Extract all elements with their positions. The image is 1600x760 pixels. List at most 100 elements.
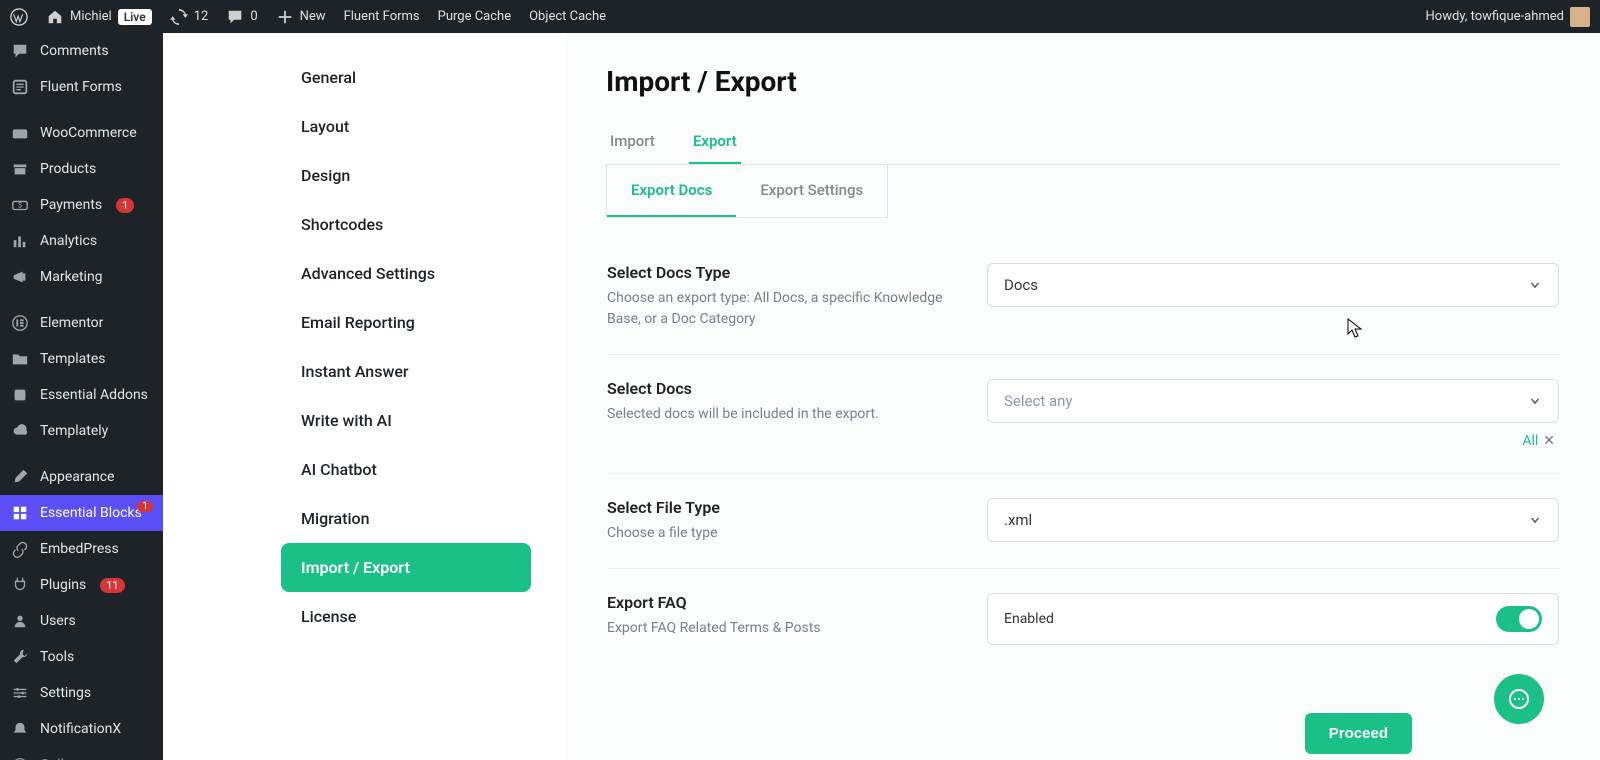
sub-tabs: Export Docs Export Settings xyxy=(606,165,888,218)
sidebar-item-payments[interactable]: $Payments1 xyxy=(0,187,163,223)
plus-icon xyxy=(276,8,294,26)
sidebar-item-users[interactable]: Users xyxy=(0,603,163,639)
main-tabs: Import Export xyxy=(606,122,1560,165)
wrench-icon xyxy=(11,648,29,666)
adminbar-link-fluent-forms[interactable]: Fluent Forms xyxy=(342,9,422,24)
sliders-icon xyxy=(11,684,29,702)
svg-text:$: $ xyxy=(18,201,22,210)
update-icon xyxy=(170,8,188,26)
chat-fab[interactable] xyxy=(1494,674,1544,724)
adminbar-link-purge-cache[interactable]: Purge Cache xyxy=(436,9,513,24)
sidebar-item-templates[interactable]: Templates xyxy=(0,341,163,377)
comment-icon xyxy=(226,8,244,26)
site-name-menu[interactable]: Michiel Live xyxy=(44,8,154,26)
badge: 11 xyxy=(100,578,124,593)
snav-email-reporting[interactable]: Email Reporting xyxy=(281,298,531,347)
export-faq-toggle[interactable] xyxy=(1496,606,1542,632)
user-icon xyxy=(11,612,29,630)
comment-icon xyxy=(11,42,29,60)
wp-logo-menu[interactable] xyxy=(8,8,30,26)
label-export-faq: Export FAQ xyxy=(607,593,967,612)
tab-import[interactable]: Import xyxy=(606,122,659,164)
update-count: 12 xyxy=(194,9,209,24)
close-icon[interactable]: ✕ xyxy=(1543,433,1555,449)
chart-bar-icon xyxy=(11,232,29,250)
updates-menu[interactable]: 12 xyxy=(168,8,211,26)
subtab-export-docs[interactable]: Export Docs xyxy=(607,165,736,217)
archive-icon xyxy=(11,160,29,178)
new-content-menu[interactable]: New xyxy=(274,8,328,26)
chevron-down-icon xyxy=(1528,278,1542,292)
admin-bar: Michiel Live 12 0 New Fluent Forms Purge… xyxy=(0,0,1600,33)
label-docs-type: Select Docs Type xyxy=(607,263,967,282)
desc-docs-type: Choose an export type: All Docs, a speci… xyxy=(607,288,967,330)
select-docs[interactable]: Select any xyxy=(987,379,1559,423)
account-menu[interactable]: Howdy, towfique-ahmed xyxy=(1424,7,1592,27)
row-select-docs: Select Docs Selected docs will be includ… xyxy=(607,355,1559,474)
all-chip-label: All xyxy=(1522,433,1538,449)
collapse-icon xyxy=(11,756,29,760)
sidebar-item-essential-addons[interactable]: Essential Addons xyxy=(0,377,163,413)
select-file-type[interactable]: .xml xyxy=(987,498,1559,542)
sidebar-item-templately[interactable]: Templately xyxy=(0,413,163,449)
all-chip[interactable]: All ✕ xyxy=(1522,433,1555,449)
snav-design[interactable]: Design xyxy=(281,151,531,200)
desc-select-docs: Selected docs will be included in the ex… xyxy=(607,404,967,425)
snav-migration[interactable]: Migration xyxy=(281,494,531,543)
badge: 1 xyxy=(137,501,153,512)
snav-license[interactable]: License xyxy=(281,592,531,641)
wordpress-icon xyxy=(10,8,28,26)
snav-shortcodes[interactable]: Shortcodes xyxy=(281,200,531,249)
sidebar-item-woocommerce[interactable]: WooCommerce xyxy=(0,115,163,151)
desc-file-type: Choose a file type xyxy=(607,523,967,544)
subtab-export-settings[interactable]: Export Settings xyxy=(736,165,887,217)
chat-icon xyxy=(1507,687,1531,711)
label-select-docs: Select Docs xyxy=(607,379,967,398)
sidebar-item-essential-blocks[interactable]: Essential Blocks1 xyxy=(0,495,163,531)
blocks-icon xyxy=(11,504,29,522)
sidebar-item-notificationx[interactable]: NotificationX xyxy=(0,711,163,747)
bell-icon xyxy=(11,720,29,738)
admin-sidebar: Comments Fluent Forms WooCommerce Produc… xyxy=(0,33,163,760)
sidebar-item-appearance[interactable]: Appearance xyxy=(0,459,163,495)
select-docs-type-value: Docs xyxy=(1004,276,1038,294)
sidebar-item-marketing[interactable]: Marketing xyxy=(0,259,163,295)
export-form: Select Docs Type Choose an export type: … xyxy=(606,238,1560,670)
snav-instant-answer[interactable]: Instant Answer xyxy=(281,347,531,396)
sidebar-item-embedpress[interactable]: EmbedPress xyxy=(0,531,163,567)
row-file-type: Select File Type Choose a file type .xml xyxy=(607,474,1559,569)
folder-icon xyxy=(11,350,29,368)
snav-advanced-settings[interactable]: Advanced Settings xyxy=(281,249,531,298)
site-name: Michiel xyxy=(70,9,112,24)
home-icon xyxy=(46,8,64,26)
export-faq-value: Enabled xyxy=(1004,611,1054,627)
chevron-down-icon xyxy=(1528,513,1542,527)
comments-menu[interactable]: 0 xyxy=(224,8,259,26)
snav-write-with-ai[interactable]: Write with AI xyxy=(281,396,531,445)
badge: 1 xyxy=(116,198,134,213)
plug-icon xyxy=(11,576,29,594)
proceed-button[interactable]: Proceed xyxy=(1305,713,1412,754)
row-docs-type: Select Docs Type Choose an export type: … xyxy=(607,239,1559,355)
money-icon: $ xyxy=(11,196,29,214)
snav-layout[interactable]: Layout xyxy=(281,102,531,151)
sidebar-item-tools[interactable]: Tools xyxy=(0,639,163,675)
sidebar-item-products[interactable]: Products xyxy=(0,151,163,187)
sidebar-item-elementor[interactable]: Elementor xyxy=(0,305,163,341)
adminbar-link-object-cache[interactable]: Object Cache xyxy=(527,9,608,24)
elementor-icon xyxy=(11,314,29,332)
label-file-type: Select File Type xyxy=(607,498,967,517)
sidebar-item-comments[interactable]: Comments xyxy=(0,33,163,69)
snav-ai-chatbot[interactable]: AI Chatbot xyxy=(281,445,531,494)
user-avatar xyxy=(1570,7,1590,27)
sidebar-item-settings[interactable]: Settings xyxy=(0,675,163,711)
sidebar-item-plugins[interactable]: Plugins11 xyxy=(0,567,163,603)
sidebar-collapse[interactable]: Collapse menu xyxy=(0,747,163,760)
sidebar-item-fluent-forms[interactable]: Fluent Forms xyxy=(0,69,163,105)
tab-export[interactable]: Export xyxy=(689,122,741,164)
snav-general[interactable]: General xyxy=(281,53,531,102)
select-docs-type[interactable]: Docs xyxy=(987,263,1559,307)
snav-import-export[interactable]: Import / Export xyxy=(281,543,531,592)
sidebar-item-analytics[interactable]: Analytics xyxy=(0,223,163,259)
megaphone-icon xyxy=(11,268,29,286)
